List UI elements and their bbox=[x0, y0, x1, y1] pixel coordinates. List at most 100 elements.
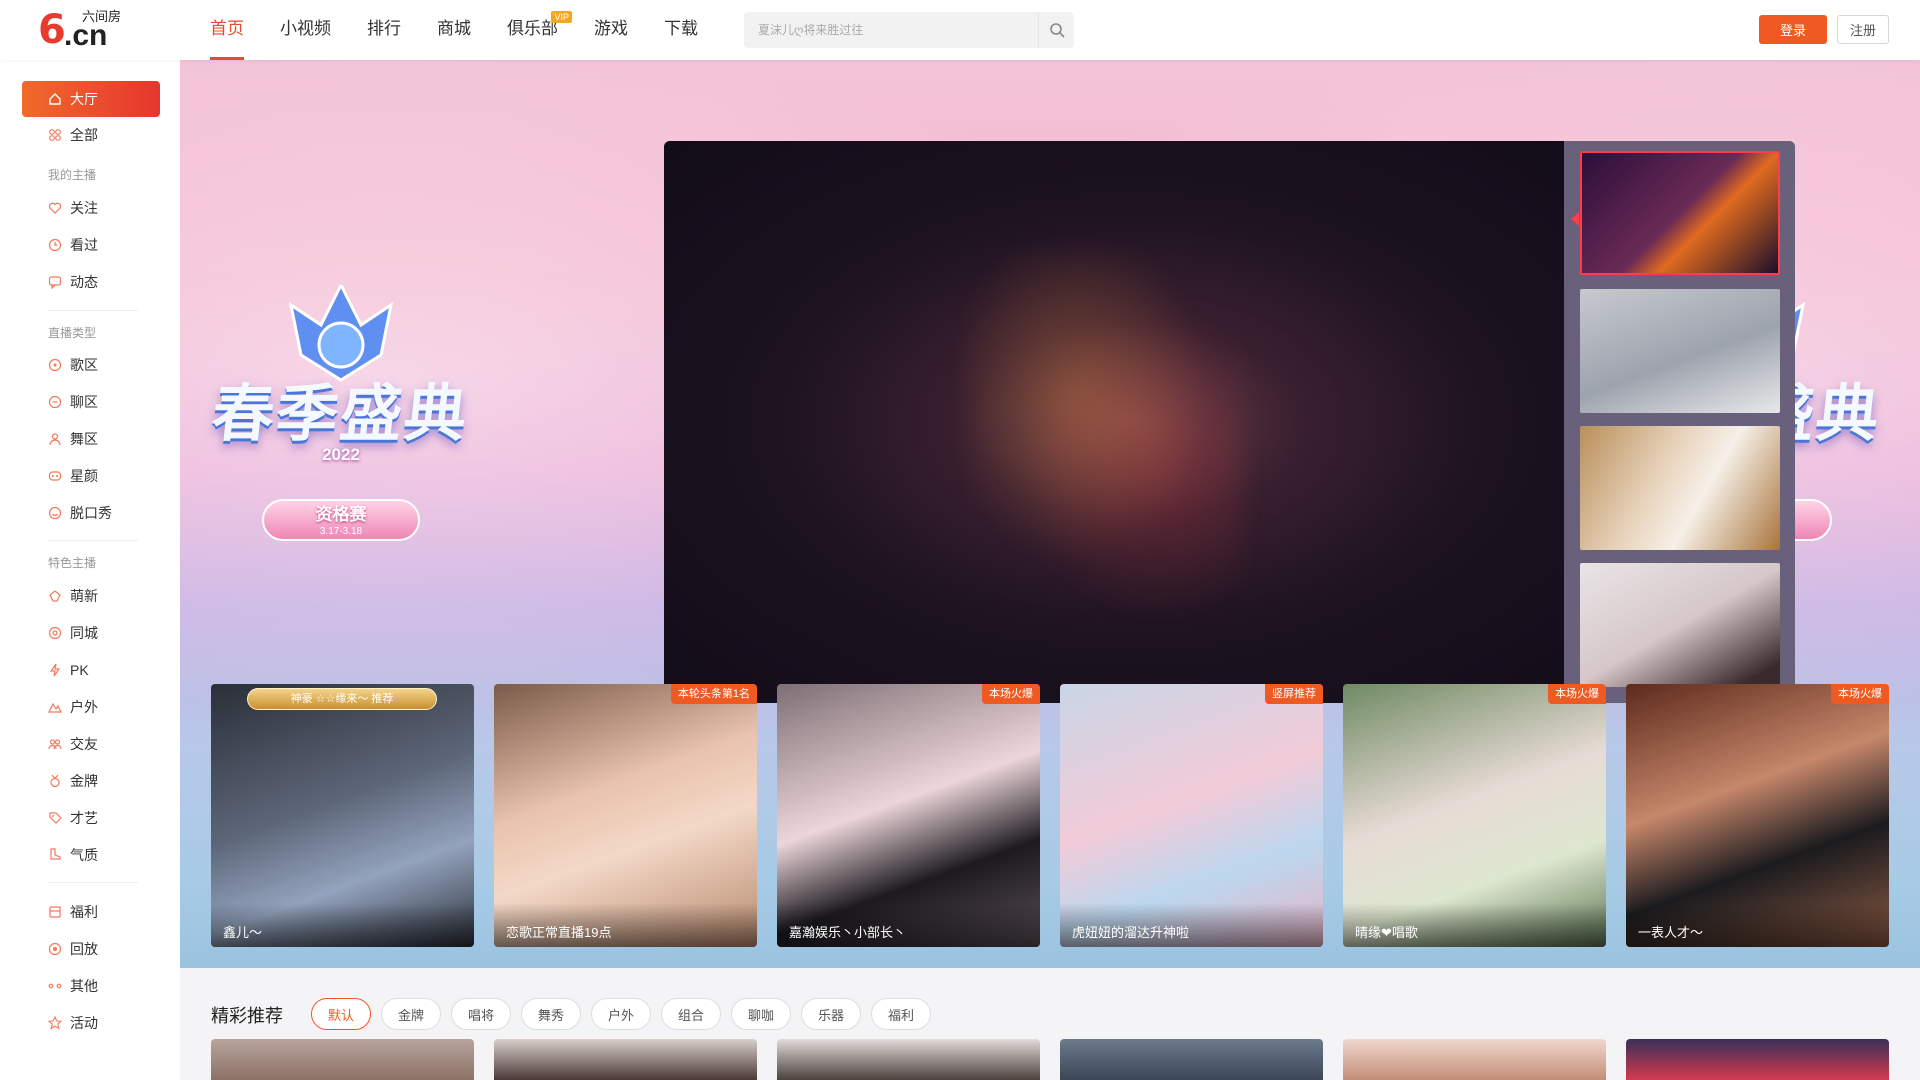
sidebar-item-pk[interactable]: PK bbox=[22, 652, 160, 688]
event-emblem-left[interactable]: 春季盛典 2022 资格赛 3.17-3.18 bbox=[206, 285, 476, 565]
live-card[interactable]: 神豪 ☆☆缘来～ 推荐 鑫儿～ bbox=[211, 684, 474, 947]
nav-games[interactable]: 游戏 bbox=[594, 0, 628, 60]
sidebar-item-song[interactable]: 歌区 bbox=[22, 347, 160, 383]
search-icon bbox=[1049, 23, 1065, 38]
recommend-card[interactable] bbox=[494, 1039, 757, 1080]
sidebar-item-label: 同城 bbox=[70, 625, 98, 641]
live-card[interactable]: 本场火爆 晴缘❤唱歌 bbox=[1343, 684, 1606, 947]
nav-ranking[interactable]: 排行 bbox=[367, 0, 401, 60]
login-button[interactable]: 登录 bbox=[1759, 15, 1827, 44]
filter-outdoor[interactable]: 户外 bbox=[591, 998, 651, 1030]
sidebar-item-hall[interactable]: 大厅 bbox=[22, 81, 160, 117]
nav-club[interactable]: 俱乐部 VIP bbox=[507, 0, 572, 60]
filter-default[interactable]: 默认 bbox=[311, 998, 371, 1030]
sidebar-item-label: 动态 bbox=[70, 274, 98, 290]
filter-chat[interactable]: 聊咖 bbox=[731, 998, 791, 1030]
crown-label: 神豪 ☆☆缘来～ 推荐 bbox=[247, 688, 437, 710]
live-card[interactable]: 本轮头条第1名 恋歌正常直播19点 bbox=[494, 684, 757, 947]
player-thumbnail[interactable] bbox=[1580, 426, 1780, 550]
player-thumbnail[interactable] bbox=[1580, 289, 1780, 413]
recommend-card[interactable] bbox=[1626, 1039, 1889, 1080]
crown-badge: 神豪 ☆☆缘来～ 推荐 bbox=[247, 684, 437, 718]
video-stream[interactable] bbox=[664, 141, 1564, 703]
live-player[interactable] bbox=[664, 141, 1795, 703]
nav-short-video[interactable]: 小视频 bbox=[280, 0, 331, 60]
sidebar-item-talent[interactable]: 才艺 bbox=[22, 800, 160, 836]
main-nav: 首页 小视频 排行 商城 俱乐部 VIP 游戏 下载 bbox=[210, 0, 734, 60]
nav-home[interactable]: 首页 bbox=[210, 0, 244, 60]
sidebar-item-label: 交友 bbox=[70, 736, 98, 752]
sidebar-item-outdoor[interactable]: 户外 bbox=[22, 689, 160, 725]
search-input[interactable] bbox=[744, 12, 1038, 48]
live-card-name: 虎妞妞的溜达升神啦 bbox=[1060, 903, 1323, 947]
tag-icon bbox=[48, 811, 62, 825]
live-card-tag: 本场火爆 bbox=[1831, 684, 1889, 704]
nav-club-label: 俱乐部 bbox=[507, 19, 558, 38]
sidebar-item-same-city[interactable]: 同城 bbox=[22, 615, 160, 651]
sidebar-item-label: 聊区 bbox=[70, 394, 98, 410]
replay-icon bbox=[48, 942, 62, 956]
sidebar-section-my-anchors: 我的主播 bbox=[48, 168, 97, 182]
sidebar-item-social[interactable]: 交友 bbox=[22, 726, 160, 762]
live-card[interactable]: 本场火爆 一表人才～ bbox=[1626, 684, 1889, 947]
sidebar-item-other[interactable]: 其他 bbox=[22, 968, 160, 1004]
live-card-row: 神豪 ☆☆缘来～ 推荐 鑫儿～ 本轮头条第1名 恋歌正常直播19点 本场火爆 嘉… bbox=[211, 684, 1891, 947]
search-box bbox=[744, 12, 1074, 48]
sidebar-item-label: 脱口秀 bbox=[70, 505, 112, 521]
filter-welfare[interactable]: 福利 bbox=[871, 998, 931, 1030]
nav-mall[interactable]: 商城 bbox=[437, 0, 471, 60]
more-icon bbox=[48, 979, 62, 993]
player-thumbnail[interactable] bbox=[1580, 563, 1780, 687]
sidebar-item-feed[interactable]: 动态 bbox=[22, 264, 160, 300]
live-card[interactable]: 本场火爆 嘉瀚娱乐丶小部长丶 bbox=[777, 684, 1040, 947]
sidebar-item-label: 户外 bbox=[70, 699, 98, 715]
mountain-icon bbox=[48, 700, 62, 714]
site-logo[interactable]: 6 .cn 六间房 bbox=[38, 8, 148, 52]
stage-label: 资格赛 bbox=[315, 505, 367, 524]
filter-gold[interactable]: 金牌 bbox=[381, 998, 441, 1030]
event-year: 2022 bbox=[322, 445, 360, 464]
sidebar-item-label: 全部 bbox=[70, 127, 98, 143]
player-thumbnail[interactable] bbox=[1580, 151, 1780, 275]
users-icon bbox=[48, 737, 62, 751]
left-sidebar: 大厅 全部 我的主播 关注 看过 动态 直播类型 歌区 聊区 舞区 星颜 脱口秀… bbox=[0, 60, 180, 1080]
logo-name: 六间房 bbox=[82, 9, 122, 24]
register-button[interactable]: 注册 bbox=[1837, 15, 1889, 44]
sidebar-item-follow[interactable]: 关注 bbox=[22, 190, 160, 226]
filter-dance[interactable]: 舞秀 bbox=[521, 998, 581, 1030]
sidebar-item-label: 看过 bbox=[70, 237, 98, 253]
live-card-name: 晴缘❤唱歌 bbox=[1343, 903, 1606, 947]
grid-icon bbox=[48, 128, 62, 142]
sprout-icon bbox=[48, 589, 62, 603]
search-button[interactable] bbox=[1038, 12, 1074, 48]
recommend-card[interactable] bbox=[1343, 1039, 1606, 1080]
recommend-card[interactable] bbox=[777, 1039, 1040, 1080]
sidebar-item-talk-show[interactable]: 脱口秀 bbox=[22, 495, 160, 531]
recommend-card[interactable] bbox=[211, 1039, 474, 1080]
live-card[interactable]: 竖屏推荐 虎妞妞的溜达升神啦 bbox=[1060, 684, 1323, 947]
sidebar-item-activity[interactable]: 活动 bbox=[22, 1005, 160, 1041]
active-thumb-indicator bbox=[1571, 212, 1579, 226]
sidebar-item-vibe[interactable]: 气质 bbox=[22, 837, 160, 873]
sidebar-item-label: 大厅 bbox=[70, 91, 98, 107]
recommend-card[interactable] bbox=[1060, 1039, 1323, 1080]
recommend-filters: 默认 金牌 唱将 舞秀 户外 组合 聊咖 乐器 福利 bbox=[311, 998, 941, 1030]
sidebar-item-welfare[interactable]: 福利 bbox=[22, 894, 160, 930]
filter-instrument[interactable]: 乐器 bbox=[801, 998, 861, 1030]
sidebar-item-watched[interactable]: 看过 bbox=[22, 227, 160, 263]
filter-group[interactable]: 组合 bbox=[661, 998, 721, 1030]
live-card-name: 恋歌正常直播19点 bbox=[494, 903, 757, 947]
sidebar-item-star-face[interactable]: 星颜 bbox=[22, 458, 160, 494]
home-icon bbox=[48, 92, 62, 106]
nav-download[interactable]: 下载 bbox=[664, 0, 698, 60]
sidebar-item-gold[interactable]: 金牌 bbox=[22, 763, 160, 799]
sidebar-item-replay[interactable]: 回放 bbox=[22, 931, 160, 967]
sidebar-item-dance[interactable]: 舞区 bbox=[22, 421, 160, 457]
sidebar-item-all[interactable]: 全部 bbox=[22, 117, 160, 153]
sidebar-item-newcomer[interactable]: 萌新 bbox=[22, 578, 160, 614]
sidebar-item-label: 气质 bbox=[70, 847, 98, 863]
medal-icon bbox=[48, 774, 62, 788]
sidebar-item-chat[interactable]: 聊区 bbox=[22, 384, 160, 420]
filter-singer[interactable]: 唱将 bbox=[451, 998, 511, 1030]
clock-icon bbox=[48, 238, 62, 252]
